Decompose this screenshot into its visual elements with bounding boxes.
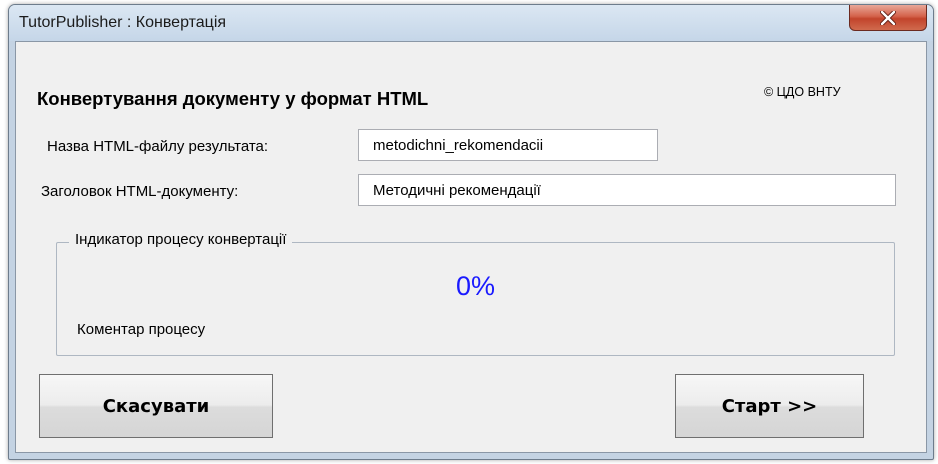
progress-percent: 0% — [455, 271, 496, 301]
start-button[interactable]: Старт >> — [675, 374, 864, 438]
close-button[interactable] — [849, 5, 927, 31]
dialog-body: Конвертування документу у формат HTML © … — [15, 41, 927, 453]
progress-group: Індикатор процесу конвертації 0% Комента… — [56, 231, 895, 356]
filename-label: Назва HTML-файлу результата: — [47, 138, 269, 155]
cancel-button[interactable]: Скасувати — [39, 374, 273, 438]
progress-group-label: Індикатор процесу конвертації — [69, 231, 293, 248]
dialog-window: TutorPublisher : Конвертація Конвертуван… — [8, 4, 934, 460]
close-x-icon — [880, 10, 896, 25]
title-bar[interactable]: TutorPublisher : Конвертація — [9, 5, 933, 41]
window-title: TutorPublisher : Конвертація — [19, 14, 227, 31]
copyright-label: © ЦДО ВНТУ — [764, 85, 841, 99]
filename-input[interactable] — [358, 129, 658, 161]
doc-title-input[interactable] — [358, 174, 896, 206]
doc-title-label: Заголовок HTML-документу: — [41, 183, 239, 200]
dialog-heading: Конвертування документу у формат HTML — [37, 88, 429, 109]
progress-comment: Коментар процесу — [77, 321, 206, 338]
